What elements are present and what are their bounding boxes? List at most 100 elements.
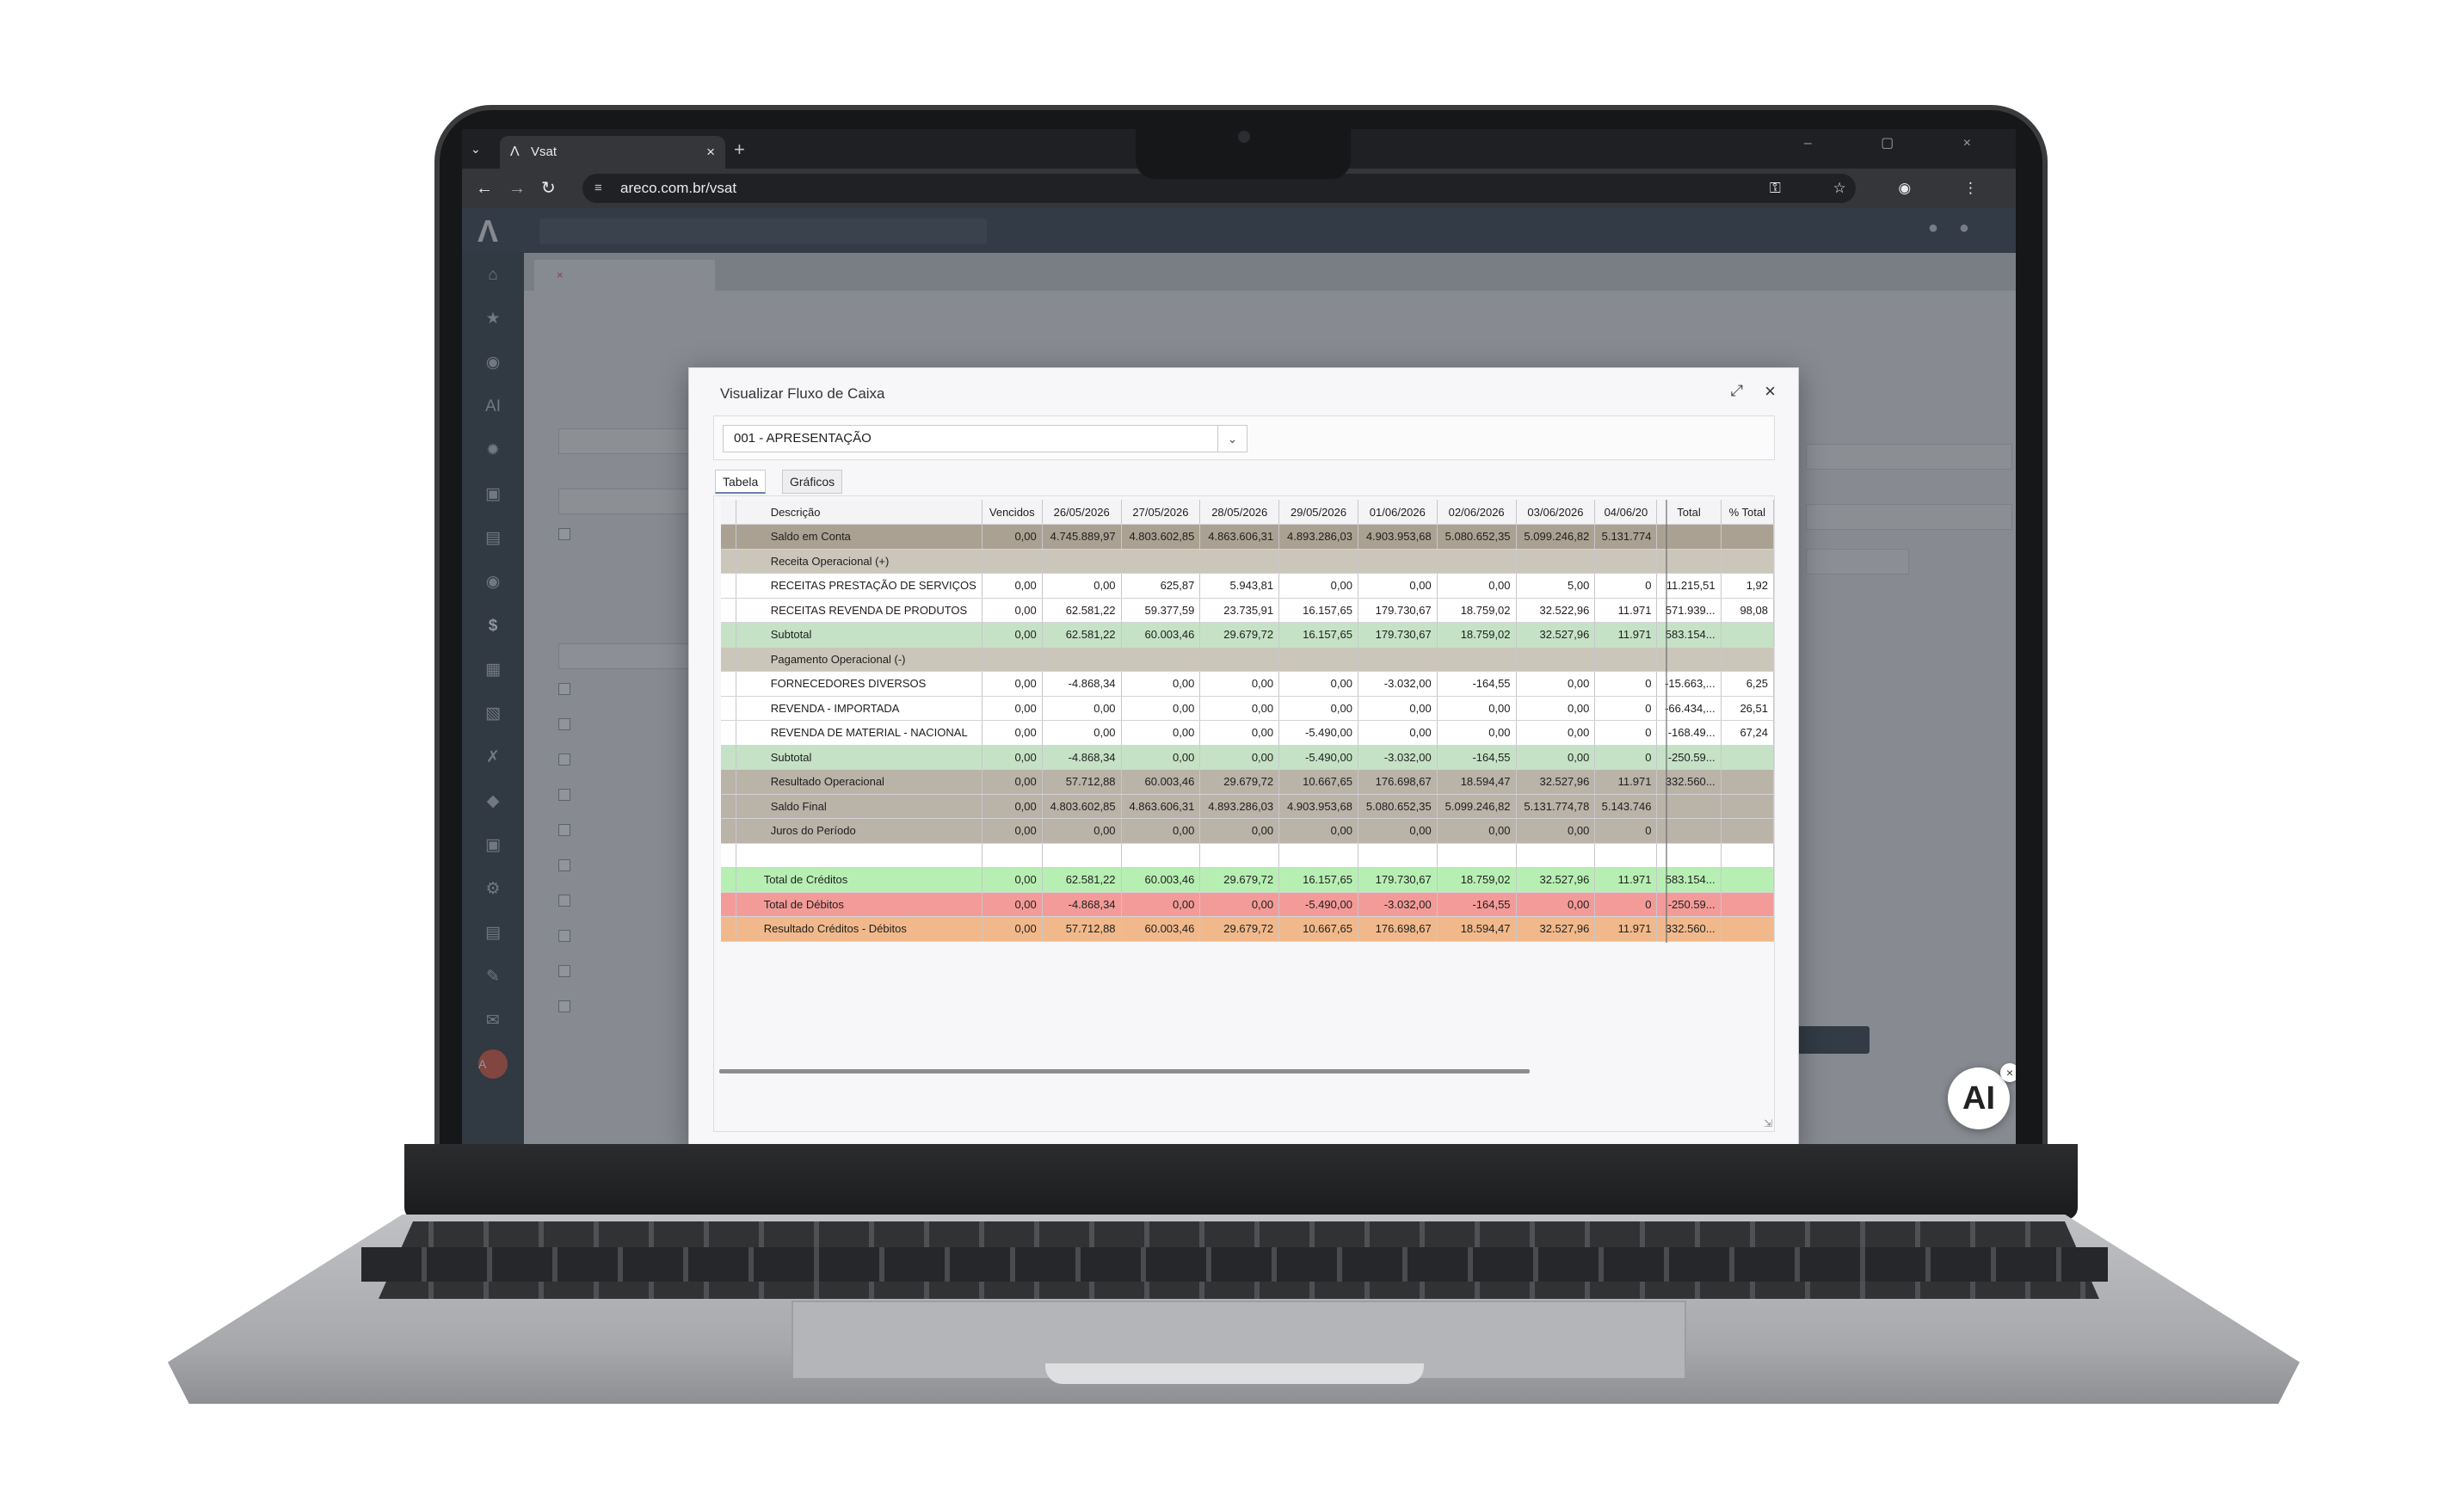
cell-value xyxy=(1721,867,1774,893)
row-indicator[interactable] xyxy=(721,598,736,623)
cell-value: 0,00 xyxy=(982,671,1043,697)
toolbar-icons[interactable]: ⚿ ☆ ◉ ⋮ xyxy=(1770,169,2002,208)
column-header[interactable]: 01/06/2026 xyxy=(1358,500,1438,525)
cell-value xyxy=(1278,843,1358,868)
table-row[interactable]: RECEITAS REVENDA DE PRODUTOS 0,00 62.581,2… xyxy=(721,598,1774,623)
row-description: Total de Créditos xyxy=(736,867,983,893)
cell-value: 0,00 xyxy=(1358,696,1438,721)
table-row[interactable]: RECEITAS PRESTAÇÃO DE SERVIÇOS 0,00 0,00 62… xyxy=(721,573,1774,599)
row-indicator[interactable] xyxy=(721,524,736,550)
column-header[interactable]: 26/05/2026 xyxy=(1042,500,1122,525)
table-row[interactable]: Subtotal 0,00 62.581,22 60.003,46 29.679,72 1… xyxy=(721,622,1774,648)
cell-value: 11.971 xyxy=(1594,622,1658,648)
horizontal-scrollbar[interactable] xyxy=(719,1069,1530,1073)
resize-handle-icon[interactable]: ⇲ xyxy=(1764,1117,1772,1129)
column-header[interactable]: 28/05/2026 xyxy=(1199,500,1280,525)
row-indicator[interactable] xyxy=(721,671,736,697)
browser-tab[interactable]: Ʌ Vsat × xyxy=(500,136,725,169)
cell-value: 179.730,67 xyxy=(1358,622,1438,648)
cell-value: 0,00 xyxy=(1199,892,1280,917)
window-controls[interactable]: – ▢ × xyxy=(1804,134,2004,151)
table-row[interactable]: Subtotal 0,00 -4.868,34 0,00 0,00 -5.490,00 -3… xyxy=(721,745,1774,770)
table-row[interactable] xyxy=(721,843,1774,868)
column-header[interactable]: 29/05/2026 xyxy=(1278,500,1358,525)
row-indicator[interactable] xyxy=(721,720,736,746)
cell-value: 0,00 xyxy=(1121,720,1201,746)
table-row[interactable]: Resultado Operacional 0,00 57.712,88 60.003… xyxy=(721,769,1774,795)
cell-value: 4.745.889,97 xyxy=(1042,524,1122,550)
table-row[interactable]: Resultado Créditos - Débitos 0,00 57.712,8… xyxy=(721,916,1774,942)
cell-value: 0,00 xyxy=(982,524,1043,550)
row-indicator[interactable] xyxy=(721,892,736,917)
close-tab-icon[interactable]: × xyxy=(706,136,715,169)
laptop-keyboard-row xyxy=(361,1247,2108,1282)
column-header[interactable]: Vencidos xyxy=(982,500,1043,525)
cell-value xyxy=(982,647,1043,672)
column-header[interactable]: 04/06/20 xyxy=(1594,500,1658,525)
column-header[interactable]: 03/06/2026 xyxy=(1516,500,1596,525)
cell-value: 0,00 xyxy=(1278,696,1358,721)
row-indicator[interactable] xyxy=(721,549,736,574)
column-header[interactable]: 27/05/2026 xyxy=(1121,500,1201,525)
table-row[interactable]: REVENDA - IMPORTADA 0,00 0,00 0,00 0,00 0,00 0… xyxy=(721,696,1774,721)
back-icon[interactable]: ← xyxy=(476,169,493,208)
cell-value: 0,00 xyxy=(1278,573,1358,599)
forward-icon[interactable]: → xyxy=(508,169,526,208)
column-header[interactable]: 02/06/2026 xyxy=(1437,500,1517,525)
row-indicator[interactable] xyxy=(721,622,736,648)
maximize-icon[interactable]: ⤢ xyxy=(1731,382,1743,400)
row-indicator[interactable] xyxy=(721,573,736,599)
cell-value xyxy=(1199,647,1280,672)
vsat-logo-icon: Ʌ xyxy=(510,145,520,159)
cell-value xyxy=(1594,549,1658,574)
cell-value: 11.971 xyxy=(1594,916,1658,942)
table-header-row: Descrição Vencidos 26/05/2026 27/05/2026 28/… xyxy=(721,500,1774,525)
column-header[interactable]: Descrição xyxy=(736,500,983,525)
chevron-down-icon[interactable]: ⌄ xyxy=(1217,426,1247,452)
row-indicator[interactable] xyxy=(721,745,736,770)
table-row[interactable]: Total de Créditos 0,00 62.581,22 60.003,46 2… xyxy=(721,867,1774,893)
cell-value: -5.490,00 xyxy=(1278,720,1358,746)
cell-value: 10.667,65 xyxy=(1278,916,1358,942)
cell-value: 5.943,81 xyxy=(1199,573,1280,599)
cell-value: 62.581,22 xyxy=(1042,867,1122,893)
row-indicator[interactable] xyxy=(721,843,736,868)
table-row[interactable]: Pagamento Operacional (-) xyxy=(721,647,1774,672)
table-row[interactable]: Total de Débitos 0,00 -4.868,34 0,00 0,00 -5.… xyxy=(721,892,1774,917)
row-indicator[interactable] xyxy=(721,867,736,893)
fluxo-caixa-modal: Visualizar Fluxo de Caixa ⤢ × 001 - APRE… xyxy=(688,367,1799,1144)
row-indicator[interactable] xyxy=(721,696,736,721)
cell-value: 0,00 xyxy=(1358,818,1438,844)
cell-value xyxy=(1121,843,1201,868)
cell-value: -3.032,00 xyxy=(1358,671,1438,697)
cell-value xyxy=(1121,647,1201,672)
table-row[interactable]: Receita Operacional (+) xyxy=(721,549,1774,574)
table-row[interactable]: FORNECEDORES DIVERSOS 0,00 -4.868,34 0,00 0,… xyxy=(721,671,1774,697)
site-settings-icon[interactable]: ≡ xyxy=(594,174,602,203)
cell-value: 0,00 xyxy=(1121,671,1201,697)
table-row[interactable]: REVENDA DE MATERIAL - NACIONAL 0,00 0,00 0,… xyxy=(721,720,1774,746)
tab-graficos[interactable]: Gráficos xyxy=(782,470,843,494)
new-tab-icon[interactable]: + xyxy=(734,138,745,162)
table-row[interactable]: Saldo Final 0,00 4.803.602,85 4.863.606,31 4… xyxy=(721,794,1774,819)
column-header[interactable]: % Total xyxy=(1721,500,1774,525)
cell-value: 0,00 xyxy=(1437,720,1517,746)
cell-value: 4.903.953,68 xyxy=(1278,794,1358,819)
row-indicator[interactable] xyxy=(721,647,736,672)
row-indicator[interactable] xyxy=(721,769,736,795)
cell-value: 0,00 xyxy=(1278,671,1358,697)
reload-icon[interactable]: ↻ xyxy=(541,169,556,208)
close-icon[interactable]: × xyxy=(2000,1063,2016,1082)
close-icon[interactable]: × xyxy=(1765,380,1776,403)
row-indicator[interactable] xyxy=(721,794,736,819)
tab-tabela[interactable]: Tabela xyxy=(715,470,767,494)
cell-value: 179.730,67 xyxy=(1358,867,1438,893)
table-row[interactable]: Juros do Período 0,00 0,00 0,00 0,00 0,00 0,00… xyxy=(721,818,1774,844)
chevron-down-icon[interactable]: ⌄ xyxy=(471,136,481,162)
cell-value: 0,00 xyxy=(1042,720,1122,746)
table-row[interactable]: Saldo em Conta 0,00 4.745.889,97 4.803.602,… xyxy=(721,524,1774,550)
fluxo-select[interactable]: 001 - APRESENTAÇÃO ⌄ xyxy=(723,425,1247,452)
row-description: Pagamento Operacional (-) xyxy=(736,647,983,672)
row-indicator[interactable] xyxy=(721,916,736,942)
row-indicator[interactable] xyxy=(721,818,736,844)
